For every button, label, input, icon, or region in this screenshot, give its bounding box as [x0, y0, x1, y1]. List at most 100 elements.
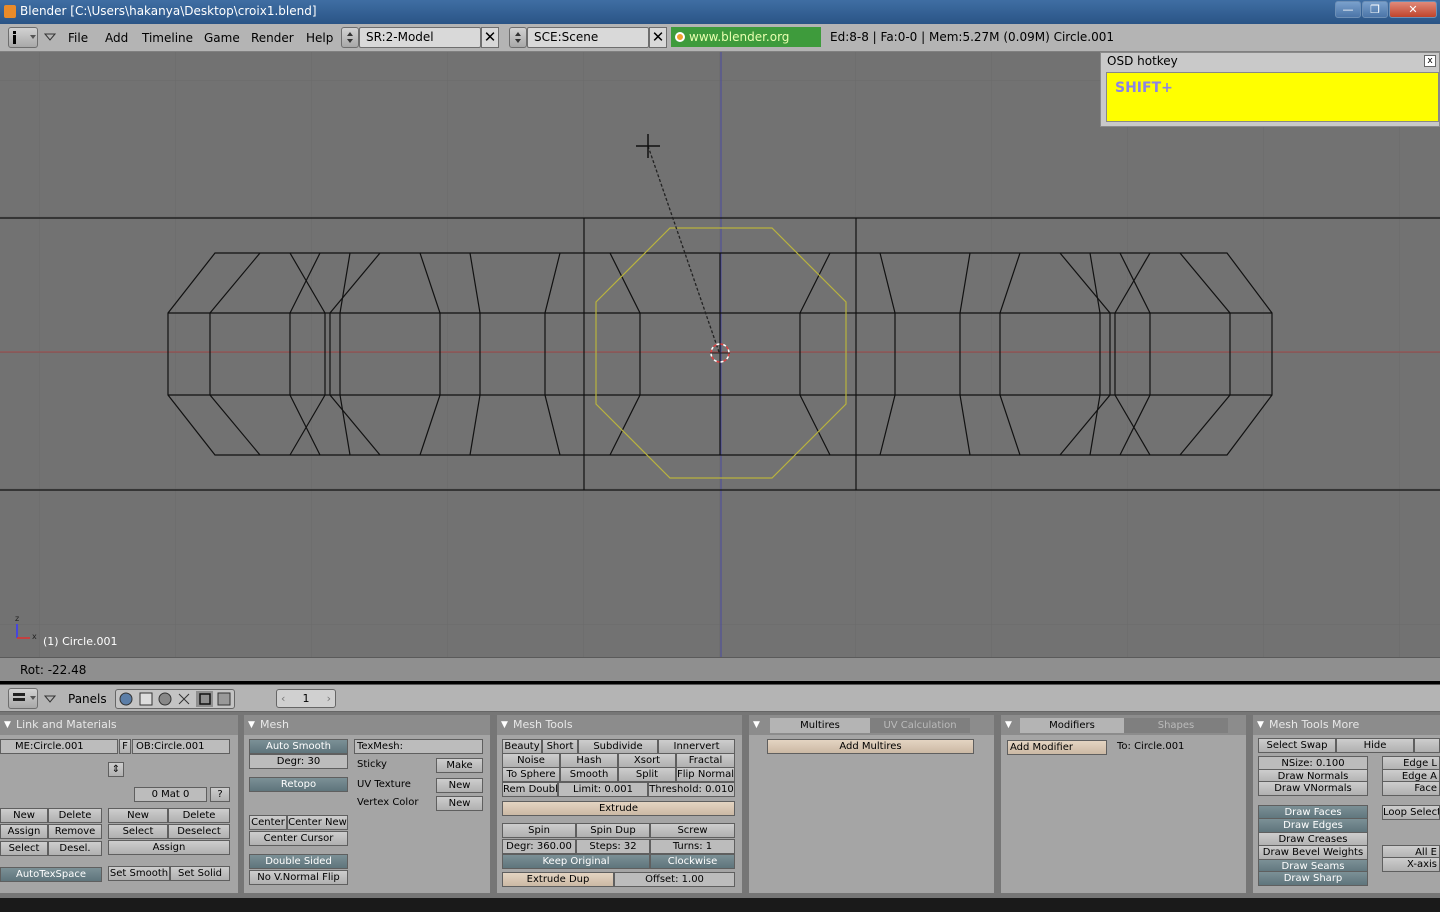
spin-degree-field[interactable]: Degr: 360.00	[502, 839, 576, 854]
innervert-button[interactable]: Innervert	[658, 739, 735, 754]
loop-select-button[interactable]: Loop Select	[1382, 805, 1440, 820]
draw-vnormals-toggle[interactable]: Draw VNormals	[1258, 781, 1368, 796]
autosmooth-degree-field[interactable]: Degr: 30	[249, 754, 348, 769]
texmesh-field[interactable]: TexMesh:	[354, 739, 483, 754]
extrude-button[interactable]: Extrude	[502, 801, 735, 816]
menu-help[interactable]: Help	[306, 31, 333, 45]
logic-context-icon[interactable]	[119, 692, 133, 706]
draw-edges-toggle[interactable]: Draw Edges	[1258, 818, 1368, 833]
minimize-button[interactable]: —	[1335, 1, 1361, 18]
rem-double-button[interactable]: Rem Double	[502, 782, 558, 797]
center-new-button[interactable]: Center New	[287, 815, 348, 830]
osd-close-button[interactable]: x	[1424, 55, 1436, 67]
scene-browse-button[interactable]	[509, 27, 527, 48]
sticky-make-button[interactable]: Make	[436, 758, 483, 773]
fake-user-toggle[interactable]: F	[119, 739, 131, 754]
hide-button[interactable]: Hide	[1336, 738, 1414, 753]
delete-screen-button[interactable]: ✕	[481, 27, 499, 48]
screen-browse-button[interactable]	[341, 27, 359, 48]
mesh-tools-more-title[interactable]: ▼ Mesh Tools More	[1253, 715, 1440, 735]
menu-render[interactable]: Render	[251, 31, 294, 45]
smooth-button[interactable]: Smooth	[560, 767, 618, 782]
no-vnormal-flip-toggle[interactable]: No V.Normal Flip	[249, 870, 348, 885]
blender-website-link[interactable]: www.blender.org 249.2	[671, 27, 821, 64]
to-sphere-button[interactable]: To Sphere	[502, 767, 560, 782]
material-delete-button[interactable]: Delete	[168, 808, 230, 823]
menu-timeline[interactable]: Timeline	[142, 31, 193, 45]
auto-smooth-toggle[interactable]: Auto Smooth	[249, 739, 348, 754]
scene-context-icon[interactable]	[217, 692, 231, 706]
material-select-button[interactable]: Select	[108, 824, 168, 839]
link-materials-title[interactable]: ▼ Link and Materials	[0, 715, 238, 735]
limit-field[interactable]: Limit: 0.001	[558, 782, 648, 797]
uv-texture-new-button[interactable]: New	[436, 778, 483, 793]
extrude-dup-button[interactable]: Extrude Dup	[502, 872, 614, 887]
set-smooth-button[interactable]: Set Smooth	[108, 866, 170, 881]
spin-dup-button[interactable]: Spin Dup	[576, 823, 650, 838]
vgroup-delete-button[interactable]: Delete	[48, 808, 102, 823]
object-name-field[interactable]: OB:Circle.001	[132, 739, 230, 754]
vertex-color-new-button[interactable]: New	[436, 796, 483, 811]
frame-number-field[interactable]: ‹ 1 ›	[276, 689, 336, 708]
reveal-button[interactable]	[1414, 738, 1440, 753]
scene-name-field[interactable]: SCE:Scene	[527, 27, 649, 48]
beauty-toggle[interactable]: Beauty	[502, 739, 542, 754]
mesh-tools-title[interactable]: ▼ Mesh Tools	[497, 715, 742, 735]
mesh-datablock-field[interactable]: ME:Circle.001	[0, 739, 118, 754]
material-deselect-button[interactable]: Deselect	[168, 824, 230, 839]
collapse-triangle-icon[interactable]	[44, 32, 56, 42]
screen-name-field[interactable]: SR:2-Model	[359, 27, 481, 48]
vgroup-assign-button[interactable]: Assign	[0, 824, 48, 839]
menu-add[interactable]: Add	[105, 31, 128, 45]
autotexspace-toggle[interactable]: AutoTexSpace	[0, 867, 102, 882]
double-sided-toggle[interactable]: Double Sided	[249, 854, 348, 869]
tab-multires[interactable]: Multires	[770, 718, 870, 733]
vgroup-deselect-button[interactable]: Desel.	[48, 841, 102, 856]
flip-normals-button[interactable]: Flip Normals	[676, 767, 735, 782]
material-index-field[interactable]: 0 Mat 0	[134, 787, 207, 802]
mesh-panel-title[interactable]: ▼ Mesh	[244, 715, 490, 735]
menu-file[interactable]: File	[68, 31, 88, 45]
tab-modifiers[interactable]: Modifiers	[1020, 718, 1124, 733]
vgroup-remove-button[interactable]: Remove	[48, 824, 102, 839]
split-button[interactable]: Split	[618, 767, 676, 782]
turns-field[interactable]: Turns: 1	[650, 839, 735, 854]
short-toggle[interactable]: Short	[542, 739, 578, 754]
script-context-icon[interactable]	[139, 692, 153, 706]
keep-original-toggle[interactable]: Keep Original	[502, 854, 650, 869]
draw-bevel-weights-toggle[interactable]: Draw Bevel Weights	[1258, 845, 1368, 860]
tab-shapes[interactable]: Shapes	[1124, 718, 1228, 733]
offset-field[interactable]: Offset: 1.00	[614, 872, 735, 887]
xsort-button[interactable]: Xsort	[618, 753, 676, 768]
face-area-toggle[interactable]: Face	[1382, 781, 1440, 796]
steps-field[interactable]: Steps: 32	[576, 839, 650, 854]
vgroup-select-button[interactable]: Select	[0, 841, 48, 856]
tab-uv-calculation[interactable]: UV Calculation	[870, 718, 970, 733]
material-help-button[interactable]: ?	[210, 787, 230, 802]
maximize-button[interactable]: ❐	[1362, 1, 1388, 18]
add-multires-button[interactable]: Add Multires	[767, 739, 974, 754]
select-swap-button[interactable]: Select Swap	[1258, 738, 1336, 753]
center-button[interactable]: Center	[249, 815, 287, 830]
info-window-type-button[interactable]	[8, 27, 38, 48]
vgroup-new-button[interactable]: New	[0, 808, 48, 823]
subdivide-button[interactable]: Subdivide	[578, 739, 658, 754]
retopo-toggle[interactable]: Retopo	[249, 777, 348, 792]
set-solid-button[interactable]: Set Solid	[170, 866, 230, 881]
add-modifier-button[interactable]: Add Modifier	[1007, 740, 1107, 755]
collapse-triangle-icon[interactable]	[44, 694, 56, 704]
shading-context-icon[interactable]	[158, 692, 172, 706]
material-browse-button[interactable]: ⇕	[108, 762, 124, 777]
clockwise-toggle[interactable]: Clockwise	[650, 854, 735, 869]
object-context-icon[interactable]	[178, 693, 190, 705]
x-axis-mirror-toggle[interactable]: X-axis	[1382, 857, 1440, 872]
menu-game[interactable]: Game	[204, 31, 240, 45]
hash-button[interactable]: Hash	[560, 753, 618, 768]
close-window-button[interactable]: ✕	[1389, 1, 1437, 18]
viewport-canvas[interactable]	[0, 52, 1440, 657]
spin-button[interactable]: Spin	[502, 823, 576, 838]
noise-button[interactable]: Noise	[502, 753, 560, 768]
material-assign-button[interactable]: Assign	[108, 840, 230, 855]
threshold-field[interactable]: Threshold: 0.010	[648, 782, 735, 797]
material-new-button[interactable]: New	[108, 808, 168, 823]
